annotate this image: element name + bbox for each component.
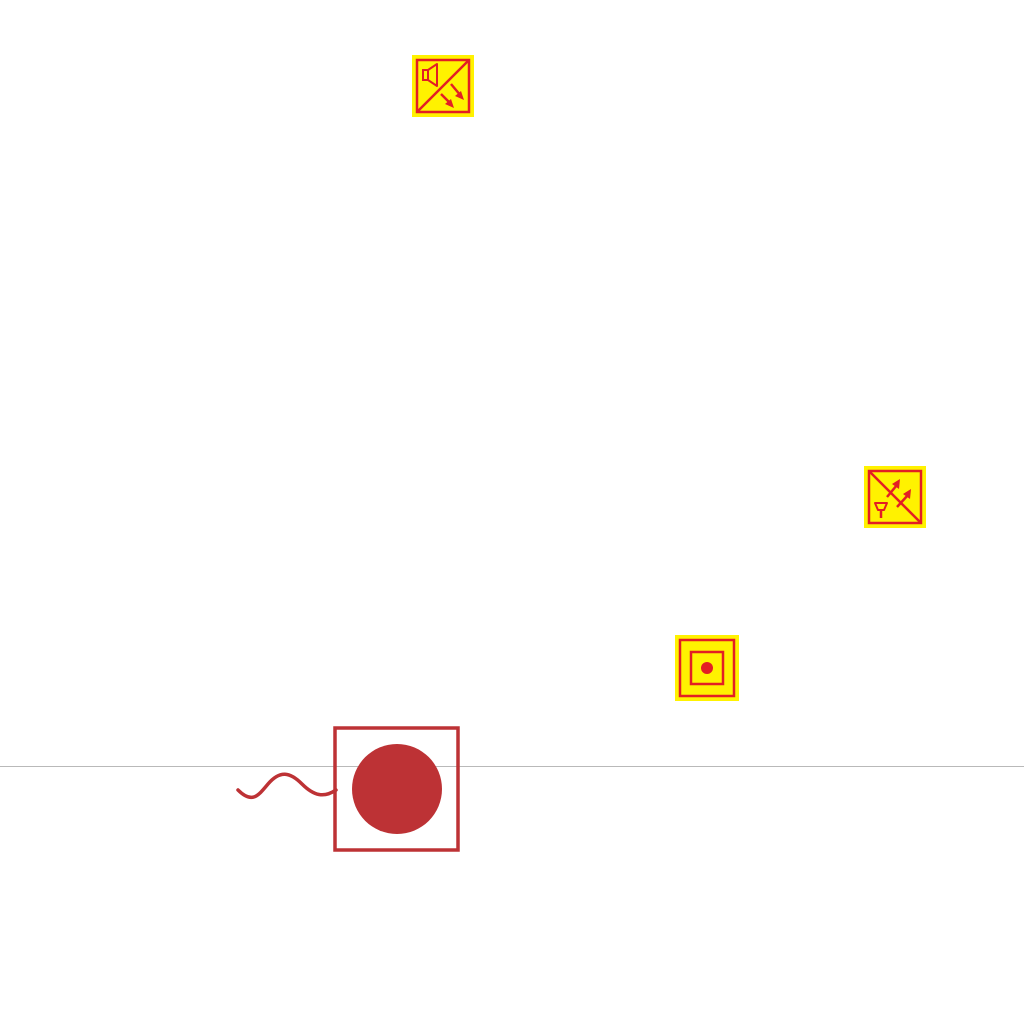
manual-call-point-icon[interactable] <box>234 724 464 854</box>
horn-sounder-icon[interactable] <box>863 465 927 529</box>
call-button-icon[interactable] <box>674 634 740 702</box>
speaker-sounder-icon[interactable] <box>411 54 475 118</box>
floor-plan-canvas <box>0 0 1024 1024</box>
wall-line <box>0 766 1024 767</box>
